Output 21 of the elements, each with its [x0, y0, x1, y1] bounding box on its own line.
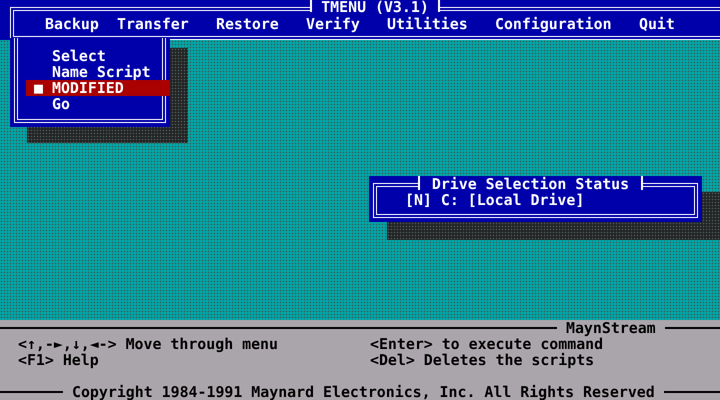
menu-item[interactable]: Verify: [306, 16, 360, 32]
menu-item[interactable]: Name Script: [26, 64, 170, 80]
window-title: Drive Selection Status: [418, 176, 643, 190]
app-name: MaynStream: [557, 320, 665, 336]
menu-item[interactable]: Quit: [639, 16, 675, 32]
menu-item[interactable]: Utilities: [387, 16, 468, 32]
menu-item[interactable]: Configuration: [495, 16, 612, 32]
key-hint: <↑,-►,↓,◄-> Move through menu: [18, 336, 278, 352]
selection-marker: ■: [34, 80, 43, 96]
window-title: TMENU (V3.1): [310, 0, 440, 12]
drive-status-text: [N] C: [Local Drive]: [405, 192, 584, 208]
key-hint: <F1> Help: [18, 352, 99, 368]
menu-item[interactable]: Select: [26, 48, 170, 64]
key-hint: <Enter> to execute command: [370, 336, 604, 352]
menu-item[interactable]: Transfer: [117, 16, 189, 32]
menu-item[interactable]: Backup: [45, 16, 99, 32]
menu-item[interactable]: Restore: [216, 16, 279, 32]
menu-item[interactable]: Go: [26, 96, 170, 112]
menu-item[interactable]: MODIFIED ■: [26, 80, 170, 96]
key-hint: <Del> Deletes the scripts: [370, 352, 594, 368]
copyright-text: Copyright 1984-1991 Maynard Electronics, Inc. All Rights Reserved: [63, 384, 664, 400]
